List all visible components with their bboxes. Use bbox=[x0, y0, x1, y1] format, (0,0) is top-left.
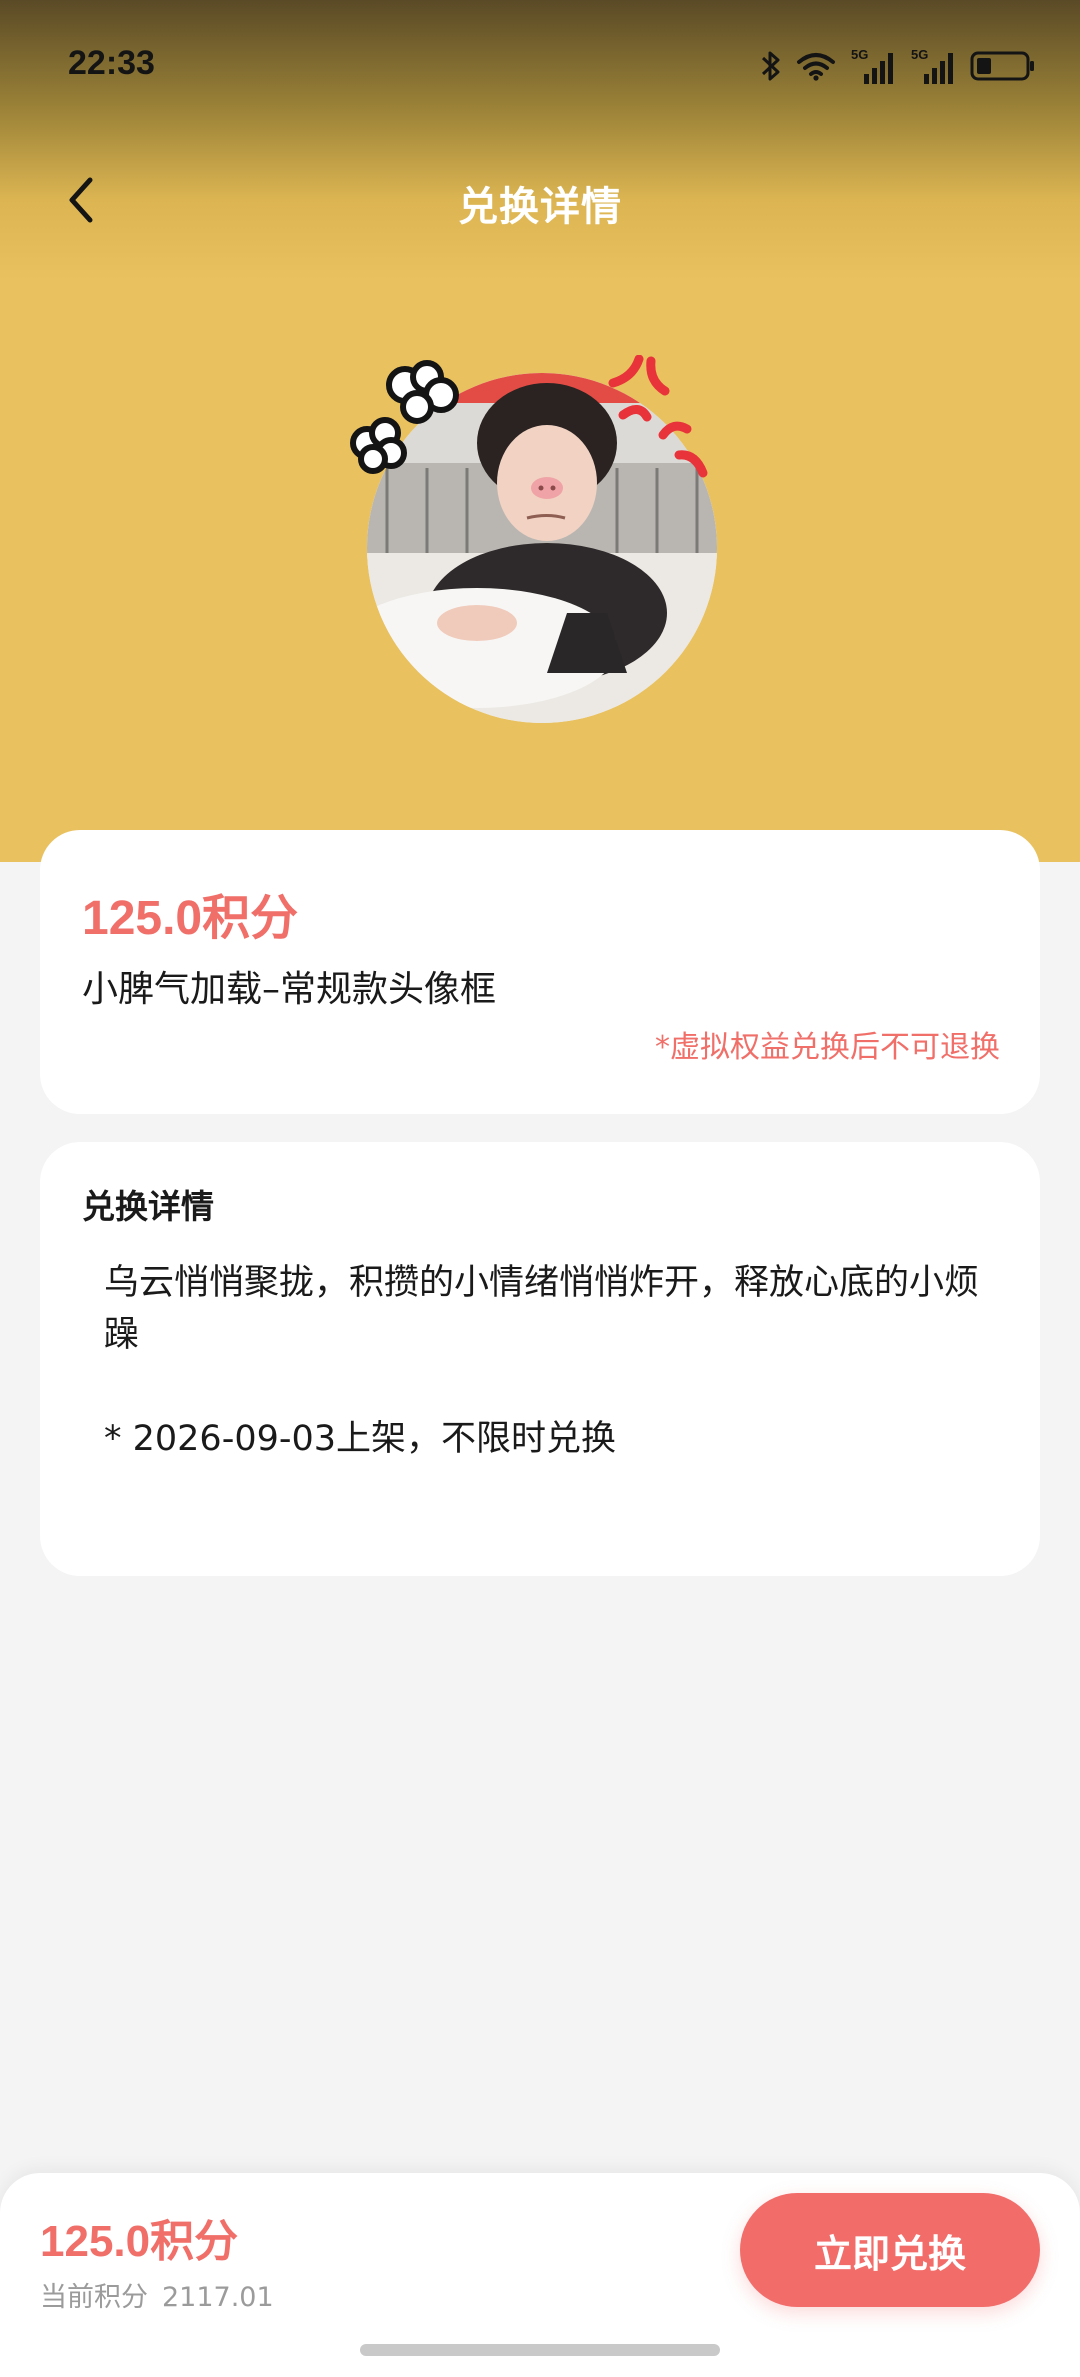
details-description: 乌云悄悄聚拢，积攒的小情绪悄悄炸开，释放心底的小烦躁 bbox=[104, 1263, 980, 1355]
listing-info: * 2026-09-03上架，不限时兑换 bbox=[104, 1419, 617, 1459]
checkout-price: 125.0积分 bbox=[40, 2217, 239, 2266]
anger-mark-icon bbox=[608, 355, 708, 478]
signal-5g-icon: 5G bbox=[911, 47, 953, 84]
details-card: 兑换详情 乌云悄悄聚拢，积攒的小情绪悄悄炸开，释放心底的小烦躁 * 2026-0… bbox=[40, 1142, 1040, 1576]
navigation-bar: 兑换详情 bbox=[0, 160, 1080, 240]
points-balance: 当前积分 2117.01 bbox=[40, 2275, 274, 2314]
details-heading: 兑换详情 bbox=[82, 1187, 214, 1226]
signal-5g-icon: 5G bbox=[851, 47, 893, 84]
angry-cloud-icon bbox=[350, 360, 459, 474]
bluetooth-icon bbox=[761, 51, 780, 81]
status-time: 22:33 bbox=[68, 44, 155, 82]
product-name: 小脾气加载–常规款头像框 bbox=[82, 969, 497, 1010]
points-balance-label: 当前积分 bbox=[40, 2282, 148, 2313]
page-title: 兑换详情 bbox=[458, 184, 622, 230]
product-price: 125.0积分 bbox=[82, 892, 299, 945]
network-label: 5G bbox=[851, 47, 868, 62]
avatar-frame-preview bbox=[345, 355, 735, 735]
product-card: 125.0积分 小脾气加载–常规款头像框 *虚拟权益兑换后不可退换 bbox=[40, 830, 1040, 1114]
network-label: 5G bbox=[911, 47, 928, 62]
redeem-now-button[interactable]: 立即兑换 bbox=[740, 2193, 1040, 2307]
status-icons: 5G 5G bbox=[760, 46, 1036, 86]
non-refundable-note: *虚拟权益兑换后不可退换 bbox=[655, 1030, 1000, 1065]
wifi-icon bbox=[797, 53, 835, 81]
points-balance-value: 2117.01 bbox=[162, 2282, 274, 2313]
status-bar: 22:33 5G 5G bbox=[0, 0, 1080, 130]
home-indicator[interactable] bbox=[360, 2344, 720, 2356]
battery-icon bbox=[970, 51, 1034, 81]
